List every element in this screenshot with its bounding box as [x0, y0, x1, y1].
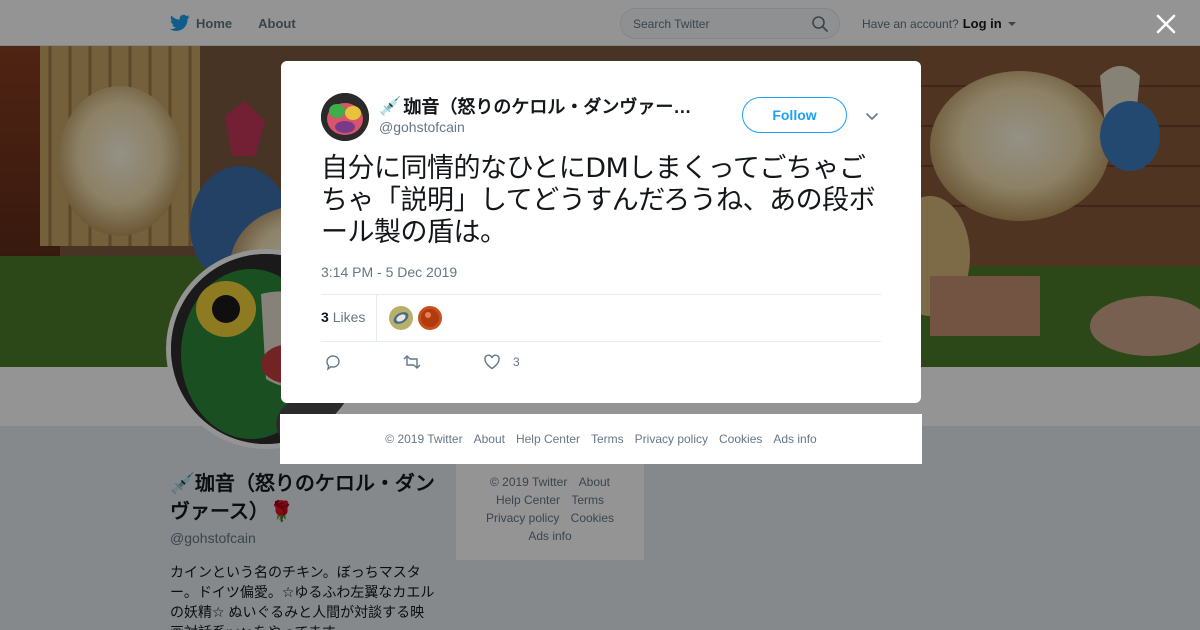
tweet-author-handle[interactable]: @gohstofcain — [379, 119, 465, 135]
modal-footer: © 2019 Twitter About Help Center Terms P… — [280, 414, 922, 464]
footer-copyright: © 2019 Twitter — [385, 432, 463, 446]
tweet-author-avatar[interactable] — [321, 93, 369, 141]
footer-about-link[interactable]: About — [474, 432, 505, 446]
tweet-text: 自分に同情的なひとにDMしまくってごちゃごちゃ「説明」してどうすんだろうね、あの… — [321, 153, 876, 248]
retweet-icon — [403, 355, 421, 369]
tweet-actions: 3 — [321, 351, 881, 375]
tweet-author-name[interactable]: 💉 珈音（怒りのケロル・ダンヴァー… — [379, 93, 699, 119]
reply-action[interactable] — [324, 353, 342, 371]
tweet-modal: 💉 珈音（怒りのケロル・ダンヴァー… @gohstofcain Follow 自… — [281, 61, 921, 403]
footer-cookies-link[interactable]: Cookies — [719, 432, 762, 446]
tweet-stats: 3 Likes — [321, 294, 881, 342]
liker-avatar-photo — [418, 306, 442, 330]
footer-help-link[interactable]: Help Center — [516, 432, 580, 446]
like-action-count: 3 — [513, 355, 520, 369]
close-icon[interactable] — [1154, 12, 1178, 36]
likes-count: 3 — [321, 309, 329, 325]
chevron-down-icon[interactable] — [864, 108, 880, 124]
footer-privacy-link[interactable]: Privacy policy — [635, 432, 708, 446]
tweet-author-name-text: 珈音（怒りのケロル・ダンヴァー… — [403, 97, 692, 117]
tweet-author-avatar-photo — [321, 93, 369, 141]
liker-avatar[interactable] — [389, 306, 413, 330]
syringe-emoji-icon: 💉 — [379, 95, 402, 116]
stats-divider — [376, 295, 377, 341]
likes-label: Likes — [332, 309, 366, 325]
reply-icon — [326, 355, 340, 371]
like-action[interactable]: 3 — [483, 353, 520, 371]
follow-button[interactable]: Follow — [742, 97, 847, 133]
footer-terms-link[interactable]: Terms — [591, 432, 624, 446]
likes-stat[interactable]: 3 Likes — [321, 309, 365, 325]
heart-icon — [484, 354, 500, 370]
tweet-timestamp[interactable]: 3:14 PM - 5 Dec 2019 — [321, 264, 457, 280]
liker-avatar-photo — [389, 306, 413, 330]
liker-avatar[interactable] — [418, 306, 442, 330]
retweet-action[interactable] — [402, 353, 422, 371]
footer-ads-link[interactable]: Ads info — [773, 432, 816, 446]
